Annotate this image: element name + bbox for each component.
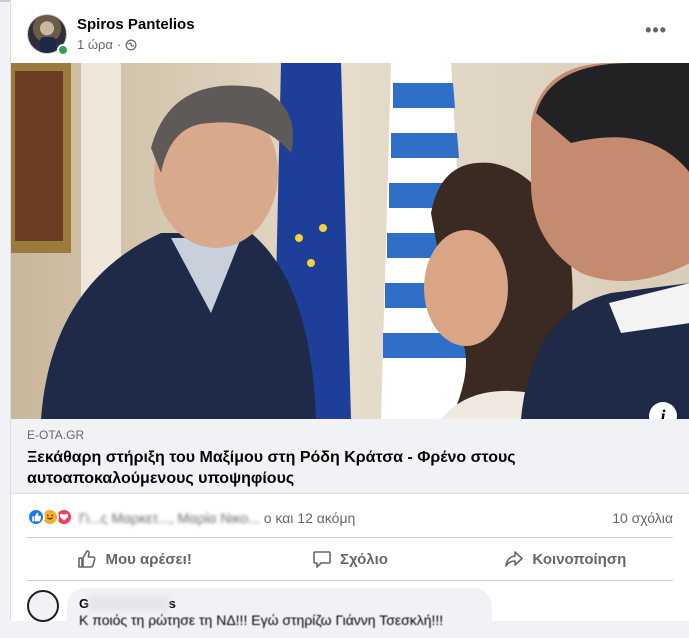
comments-count[interactable]: 10 σχόλια (612, 510, 673, 526)
comment-icon (313, 551, 331, 568)
commenter-avatar[interactable] (27, 590, 59, 622)
divider (27, 580, 673, 581)
reactions-row: Γι...ς Μαρκετ..., Μαρία Νικο... ο και 12… (27, 506, 673, 530)
comment-label: Σχόλιο (340, 550, 388, 568)
share-icon (505, 551, 524, 567)
commenter-name[interactable]: Gxxxxxxxxxxxs (79, 596, 176, 611)
comment-button[interactable]: Σχόλιο (242, 541, 457, 577)
meta-separator: · (116, 37, 122, 52)
like-reaction-icon[interactable] (27, 508, 45, 526)
reactors-names: Γι...ς Μαρκετ..., Μαρία Νικο... (79, 510, 260, 526)
share-label: Κοινοποίηση (532, 550, 627, 568)
link-preview-text[interactable]: E-OTA.GR Ξεκάθαρη στήριξη του Μαξίμου στ… (11, 419, 689, 494)
divider (27, 537, 673, 538)
link-preview-image[interactable] (11, 63, 689, 419)
link-title[interactable]: Ξεκάθαρη στήριξη του Μαξίμου στη Ρόδη Κρ… (27, 447, 667, 489)
commenter-name-redaction: xxxxxxxxxxx (89, 596, 169, 611)
comment-text: Κ ποιός τη ρώτησε τη ΝΔ!!! Εγώ στηρίζω Γ… (79, 612, 444, 628)
more-options-icon[interactable]: ••• (645, 20, 667, 41)
post-meta: 1 ώρα · (77, 37, 137, 52)
online-status-dot (57, 44, 69, 56)
share-button[interactable]: Κοινοποίηση (458, 541, 673, 577)
commenter-name-end: s (168, 596, 176, 611)
thumbs-up-icon (78, 550, 97, 568)
like-button[interactable]: Μου αρέσει! (27, 541, 242, 577)
post-time[interactable]: 1 ώρα (77, 37, 113, 52)
reactors-list[interactable]: Γι...ς Μαρκετ..., Μαρία Νικο... ο και 12… (79, 510, 355, 526)
globe-icon (125, 39, 137, 50)
reactors-suffix: ο και 12 ακόμη (263, 510, 356, 526)
link-domain: E-OTA.GR (27, 428, 85, 442)
photo-illustration (11, 63, 689, 419)
post-header: Spiros Pantelios 1 ώρα · ••• (27, 12, 673, 56)
feed-post: Spiros Pantelios 1 ώρα · ••• i E-OTA.GR … (10, 0, 689, 638)
like-label: Μου αρέσει! (105, 550, 192, 568)
author-name[interactable]: Spiros Pantelios (77, 16, 195, 33)
action-bar: Μου αρέσει! Σχόλιο Κοινοποίηση (27, 541, 673, 577)
comment-bubble: Gxxxxxxxxxxxs Κ ποιός τη ρώτησε τη ΝΔ!!!… (67, 588, 492, 638)
commenter-name-start: G (79, 596, 90, 611)
